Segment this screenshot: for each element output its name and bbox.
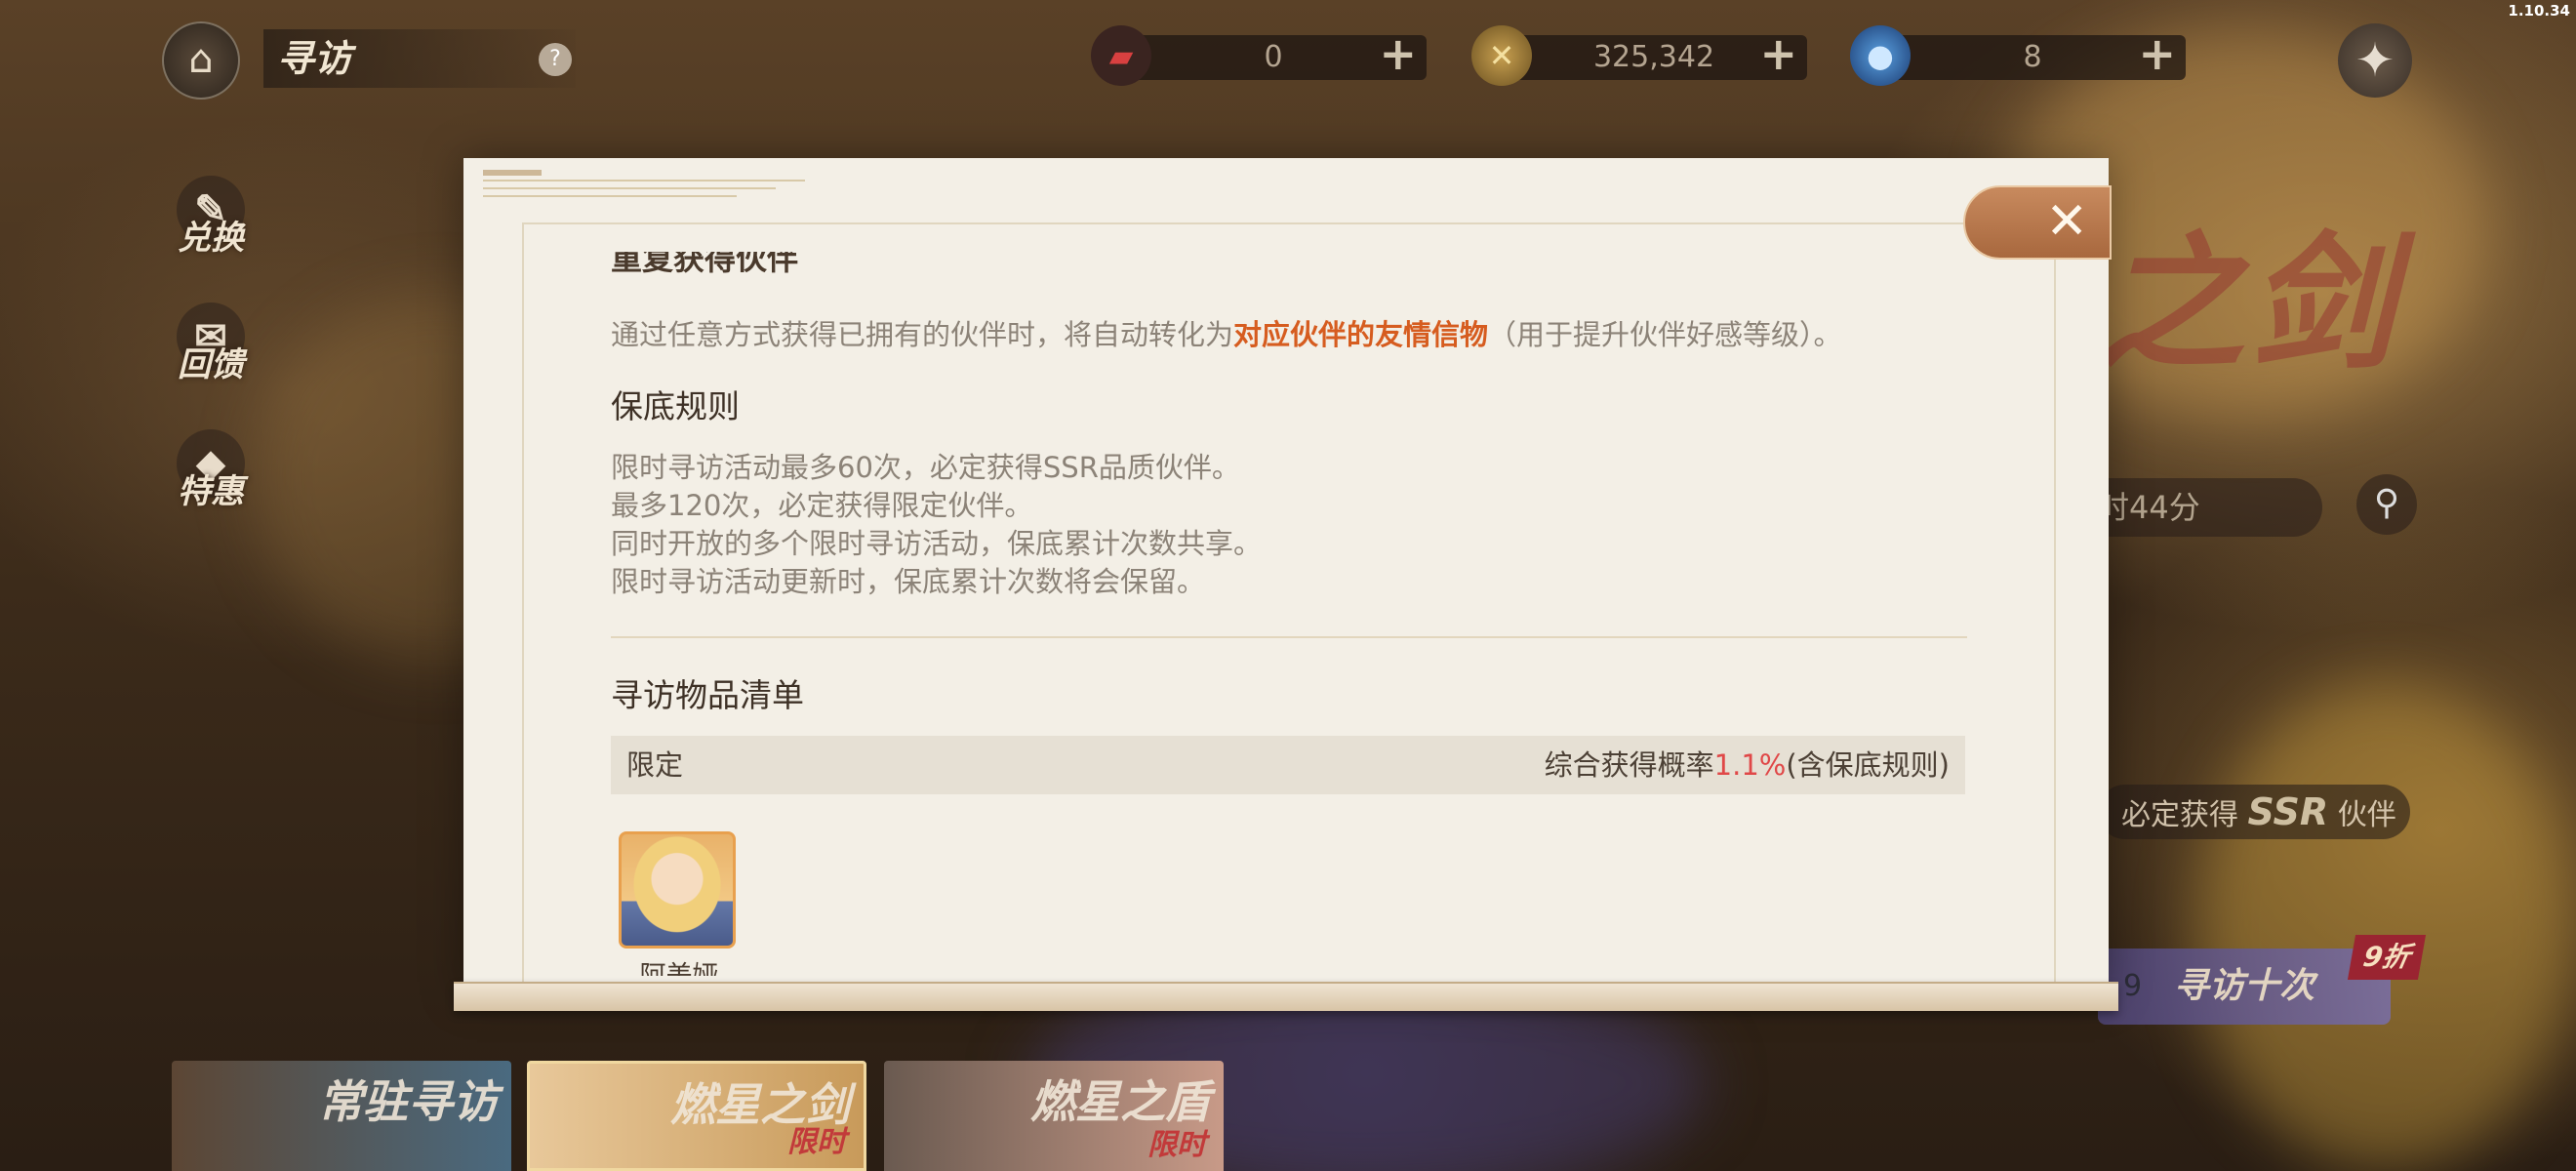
duplicate-text-pre: 通过任意方式获得已拥有的伙伴时，将自动转化为 — [611, 318, 1234, 351]
item-category: 限定 — [626, 748, 684, 782]
duplicate-text-highlight: 对应伙伴的友情信物 — [1233, 318, 1489, 351]
side-nav-exchange[interactable]: ✎ 兑换 — [168, 176, 254, 263]
currency-gem-value: 8 — [2023, 40, 2042, 74]
ten-pull-count: 9 — [2123, 969, 2143, 1003]
version-label: 1.10.34 — [2508, 2, 2570, 20]
pity-heading: 保底规则 — [611, 387, 740, 425]
duplicate-text-post: （用于提升伙伴好感等级）。 — [1488, 318, 1842, 351]
page-title: 寻访 — [263, 29, 576, 88]
pity-line: 限时寻访活动更新时，保底累计次数将会保留。 — [611, 565, 1206, 598]
home-icon[interactable]: ⌂ — [162, 21, 240, 100]
add-gem-button[interactable]: + — [2138, 31, 2176, 76]
tab-flame-sword-tag: 限时 — [787, 1125, 846, 1159]
dialog-bottom-edge — [454, 982, 2118, 1011]
ssr-prefix: 必定获得 — [2121, 798, 2238, 832]
currency-ticket-value: 0 — [1264, 40, 1283, 74]
pity-line: 限时寻访活动最多60次，必定获得SSR品质伙伴。 — [611, 451, 1240, 484]
currency-gem: ● 8 + — [1850, 25, 2186, 86]
help-icon[interactable]: ? — [539, 43, 572, 76]
gem-icon: ● — [1850, 25, 1911, 86]
discount-badge: 9折 — [2347, 935, 2427, 980]
ssr-guarantee-badge: 必定获得 SSR 伙伴 — [2098, 785, 2410, 839]
settings-icon[interactable]: ✦ — [2338, 23, 2412, 98]
side-nav-exchange-label: 兑换 — [178, 219, 244, 258]
side-nav-special-label: 特惠 — [178, 472, 244, 511]
ssr-suffix: 伙伴 — [2337, 798, 2396, 832]
dialog-decoration — [483, 166, 834, 205]
tab-flame-sword[interactable]: 燃星之剑 限时 — [527, 1061, 866, 1171]
tab-standard[interactable]: 常驻寻访 — [172, 1061, 511, 1171]
rules-scroll-area[interactable]: 重复获得伙伴 通过任意方式获得已拥有的伙伴时，将自动转化为对应伙伴的友情信物（用… — [611, 252, 1967, 976]
partner-item[interactable]: 阿美娅 — [619, 831, 740, 976]
ssr-label: SSR — [2247, 790, 2329, 833]
rate-suffix: (含保底规则) — [1786, 748, 1950, 782]
section-divider — [611, 636, 1967, 638]
rate-value: 1.1% — [1713, 748, 1787, 782]
side-nav-special[interactable]: ◆ 特惠 — [168, 429, 254, 517]
ten-pull-button[interactable]: 9 寻访十次 — [2098, 949, 2391, 1025]
partner-portrait — [619, 831, 736, 949]
item-rate: 综合获得概率1.1%(含保底规则) — [1545, 736, 1950, 794]
coin-icon: ✕ — [1471, 25, 1532, 86]
ticket-icon: ▰ — [1091, 25, 1151, 86]
side-nav-feedback[interactable]: ✉ 回馈 — [168, 303, 254, 390]
duplicate-description: 通过任意方式获得已拥有的伙伴时，将自动转化为对应伙伴的友情信物（用于提升伙伴好感… — [611, 316, 1842, 354]
add-ticket-button[interactable]: + — [1379, 31, 1417, 76]
duplicate-heading: 重复获得伙伴 — [611, 252, 799, 277]
side-nav-feedback-label: 回馈 — [178, 345, 244, 384]
item-table-header: 限定 综合获得概率1.1%(含保底规则) — [611, 736, 1965, 794]
currency-gold-value: 325,342 — [1592, 40, 1715, 74]
add-gold-button[interactable]: + — [1759, 31, 1797, 76]
search-icon[interactable]: ⚲ — [2356, 474, 2417, 535]
ten-pull-label: 寻访十次 — [2173, 966, 2314, 1006]
pity-line: 最多120次，必定获得限定伙伴。 — [611, 489, 1033, 522]
partner-name: 阿美娅 — [619, 954, 740, 976]
rate-prefix: 综合获得概率 — [1544, 748, 1714, 782]
currency-ticket: ▰ 0 + — [1091, 25, 1427, 86]
close-icon[interactable]: ✕ — [1963, 185, 2112, 260]
currency-gold: ✕ 325,342 + — [1471, 25, 1807, 86]
tab-flame-shield[interactable]: 燃星之盾 限时 — [884, 1061, 1224, 1171]
pity-line: 同时开放的多个限时寻访活动，保底累计次数共享。 — [611, 527, 1263, 560]
tab-flame-shield-tag: 限时 — [1147, 1128, 1206, 1162]
banner-title: 之剑 — [2098, 218, 2399, 389]
tab-standard-label: 常驻寻访 — [318, 1075, 498, 1128]
item-list-heading: 寻访物品清单 — [611, 676, 804, 714]
